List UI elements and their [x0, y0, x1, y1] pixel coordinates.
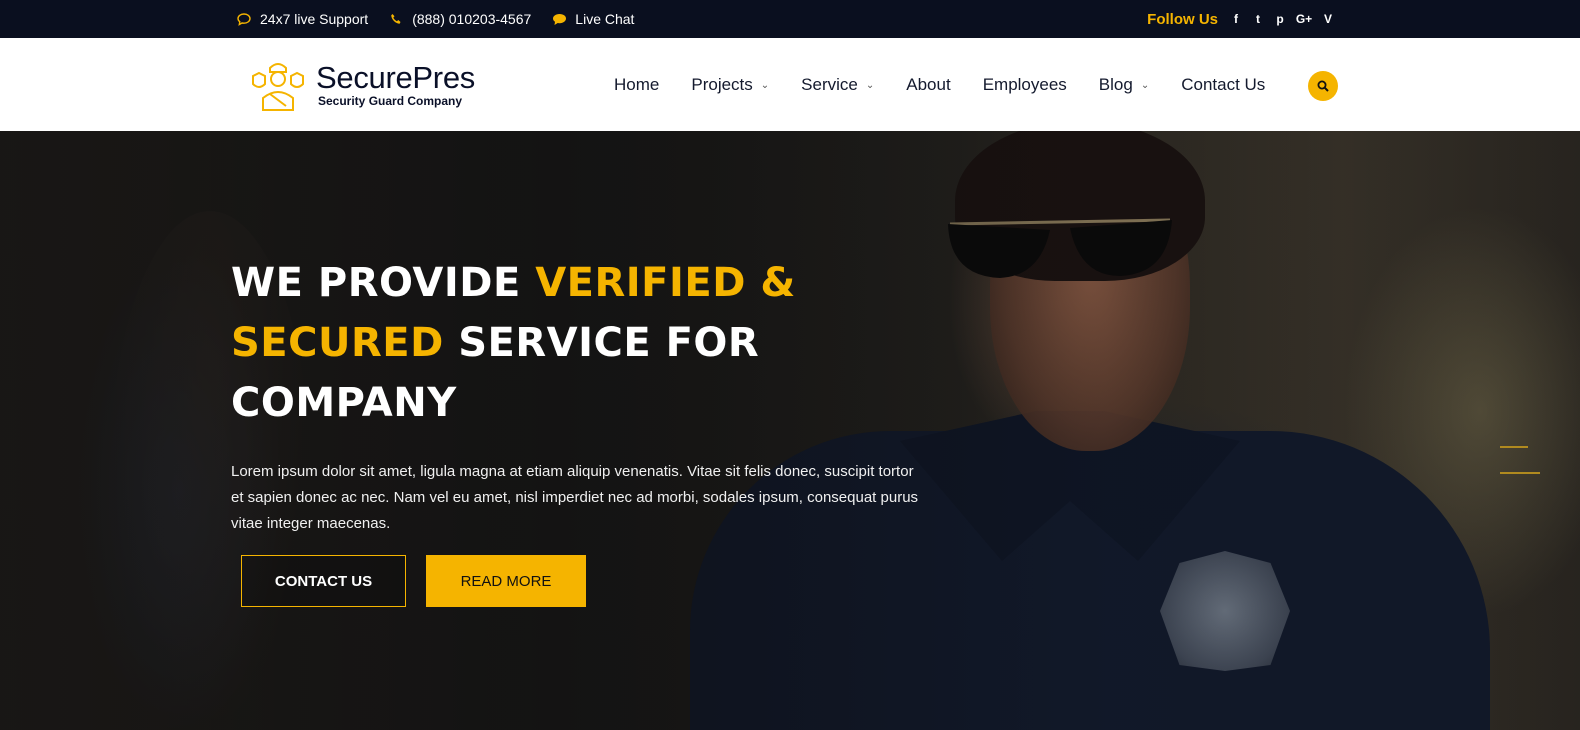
- main-nav: Home Projects ⌄ Service ⌄ About Employees …: [614, 38, 1265, 131]
- vimeo-icon[interactable]: V: [1320, 12, 1336, 26]
- chevron-down-icon: ⌄: [865, 80, 875, 91]
- follow-us-label: Follow Us: [1147, 10, 1218, 28]
- nav-contact[interactable]: Contact Us: [1181, 75, 1265, 95]
- hero-title-part: SERVICE FOR: [443, 320, 760, 366]
- guard-logo-icon: [252, 63, 304, 111]
- hero-title-part: COMPANY: [231, 380, 457, 426]
- hero-description: Lorem ipsum dolor sit amet, ligula magna…: [231, 463, 919, 532]
- site-logo[interactable]: SecurePres Security Guard Company: [250, 54, 475, 116]
- brand-tagline: Security Guard Company: [318, 94, 463, 108]
- search-button[interactable]: [1308, 71, 1338, 101]
- chevron-down-icon: ⌄: [760, 80, 770, 91]
- phone-icon: [388, 11, 404, 27]
- search-icon: [1317, 80, 1329, 92]
- chevron-down-icon: ⌄: [1140, 80, 1150, 91]
- nav-projects[interactable]: Projects ⌄: [691, 75, 769, 95]
- pinterest-icon[interactable]: p: [1272, 12, 1288, 26]
- nav-contact-label: Contact Us: [1181, 74, 1266, 94]
- hero-section: WE PROVIDE VERIFIED & SECURED SERVICE FO…: [0, 131, 1580, 730]
- hero-content: WE PROVIDE VERIFIED & SECURED SERVICE FO…: [231, 253, 931, 607]
- hero-buttons: CONTACT US READ MORE: [241, 555, 586, 607]
- nav-about-label: About: [906, 74, 951, 94]
- nav-blog-label: Blog: [1098, 74, 1133, 94]
- chat-bubble-icon: [236, 11, 252, 27]
- nav-home[interactable]: Home: [614, 75, 659, 95]
- nav-home-label: Home: [614, 74, 660, 94]
- top-bar: 24x7 live Support (888) 010203-4567 Live…: [0, 0, 1580, 38]
- main-header: SecurePres Security Guard Company Home P…: [0, 38, 1580, 131]
- slider-dot[interactable]: [1500, 472, 1540, 474]
- brand-text: SecurePres Security Guard Company: [316, 60, 475, 109]
- hero-title-accent: SECURED: [231, 320, 444, 366]
- google-plus-icon[interactable]: G+: [1294, 12, 1314, 26]
- facebook-icon[interactable]: f: [1228, 12, 1244, 26]
- nav-service-label: Service: [801, 74, 858, 94]
- hero-title-part: WE PROVIDE: [231, 260, 536, 306]
- nav-blog[interactable]: Blog ⌄: [1099, 75, 1149, 95]
- slider-indicator[interactable]: [1500, 446, 1540, 474]
- top-bar-contacts: 24x7 live Support (888) 010203-4567 Live…: [236, 0, 634, 38]
- social-links: Follow Us f t p G+ V: [1147, 0, 1336, 38]
- brand-name: SecurePres: [316, 60, 475, 95]
- hero-title-accent: VERIFIED &: [535, 260, 796, 306]
- support-label: 24x7 live Support: [260, 11, 369, 27]
- live-chat-label: Live Chat: [575, 11, 635, 27]
- nav-projects-label: Projects: [691, 74, 753, 94]
- live-chat-item[interactable]: Live Chat: [551, 11, 634, 27]
- phone-item[interactable]: (888) 010203-4567: [388, 11, 531, 27]
- chat-icon: [551, 11, 567, 27]
- support-item[interactable]: 24x7 live Support: [236, 11, 368, 27]
- hero-title: WE PROVIDE VERIFIED & SECURED SERVICE FO…: [231, 253, 931, 433]
- contact-us-button[interactable]: CONTACT US: [241, 555, 406, 607]
- nav-employees-label: Employees: [982, 74, 1067, 94]
- nav-service[interactable]: Service ⌄: [801, 75, 874, 95]
- read-more-button[interactable]: READ MORE: [426, 555, 586, 607]
- slider-dot[interactable]: [1500, 446, 1528, 448]
- nav-about[interactable]: About: [906, 75, 950, 95]
- nav-employees[interactable]: Employees: [983, 75, 1067, 95]
- phone-number: (888) 010203-4567: [412, 11, 532, 27]
- twitter-icon[interactable]: t: [1250, 12, 1266, 26]
